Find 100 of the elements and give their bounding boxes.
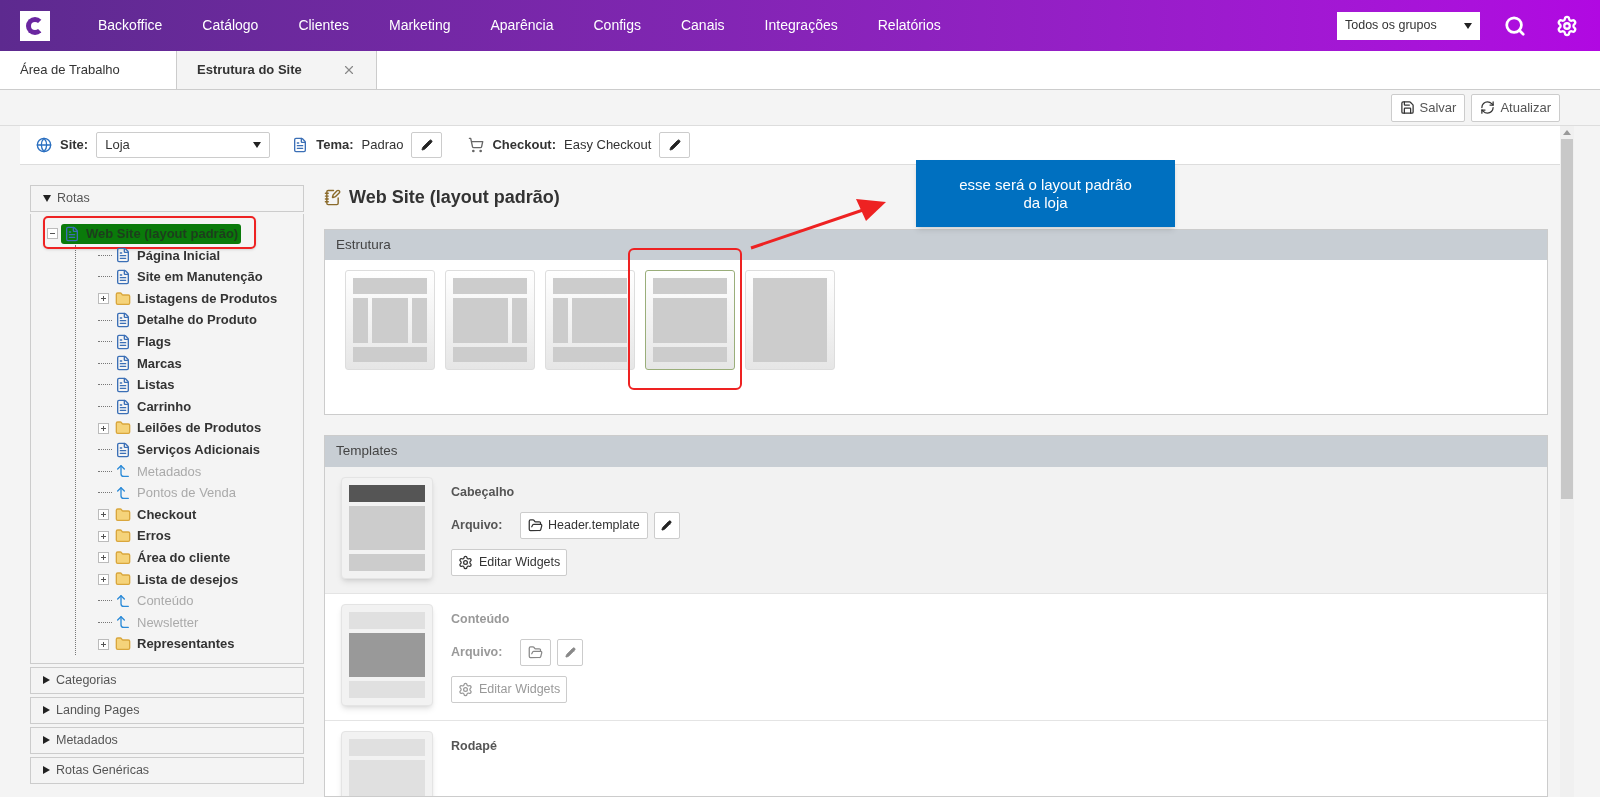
nav-link[interactable]: Clientes [278,15,369,36]
triangle-right-icon [43,706,50,715]
pencil-icon [668,139,681,151]
arrow-icon [115,592,131,609]
theme-label: Tema: [316,136,354,155]
nav-link[interactable]: Canais [660,15,745,36]
toolbar-button[interactable]: Atualizar [1471,93,1560,122]
refresh-icon [1480,100,1496,115]
nav-link[interactable]: Marketing [369,15,471,36]
tree-item[interactable]: Listagens de Produtos [112,288,281,309]
folder-icon [115,636,131,653]
expand-toggle[interactable] [98,552,109,564]
expand-toggle[interactable] [98,422,109,434]
page-icon [115,376,131,393]
save-icon [1399,100,1415,115]
tree-item[interactable]: Área do cliente [112,547,234,568]
tree-item[interactable]: Erros [112,526,174,546]
nav-link[interactable]: Configs [573,15,661,36]
nav-link[interactable]: Relatórios [857,15,961,36]
tree-item[interactable]: Marcas [112,353,185,374]
expand-toggle[interactable] [98,638,109,650]
folder-icon [115,549,131,566]
page-icon [115,398,131,415]
toolbar-button[interactable]: Salvar [1390,93,1466,122]
nav-link[interactable]: Aparência [470,15,574,36]
folder-icon [115,506,131,523]
folder-icon [115,528,131,545]
collapse-toggle[interactable] [47,228,58,240]
tree-item[interactable]: Lista de desejos [112,569,242,590]
accordion-header[interactable]: Rotas Genéricas [30,756,304,784]
nav-link[interactable]: Integrações [744,15,858,36]
tree-item[interactable]: Site em Manutenção [112,267,266,287]
page-icon [115,441,131,458]
edit-button[interactable] [659,132,691,158]
folder-icon [115,290,131,307]
tree-item[interactable]: Representantes [112,634,238,654]
folder-icon [115,420,131,437]
folder-icon [528,517,543,533]
triangle-right-icon [43,736,50,745]
template-title: Rodapé [451,738,497,755]
tab[interactable]: Área de Trabalho [0,51,176,89]
page-icon [115,355,131,372]
section-header: Estrutura [325,230,1547,260]
expand-toggle[interactable] [98,530,109,542]
nav-link[interactable]: Backoffice [78,15,183,36]
tree-item[interactable]: Listas [112,375,178,395]
tree-item[interactable]: Detalhe do Produto [112,310,260,330]
edit-button[interactable] [411,132,443,158]
template-title: Cabeçalho [451,484,516,501]
cart-icon [468,137,485,153]
expand-toggle[interactable] [98,509,109,520]
edit-widgets-button[interactable]: Editar Widgets [451,548,568,576]
tree-item[interactable]: Leilões de Produtos [112,418,265,438]
accordion-header[interactable]: Landing Pages [30,696,304,724]
tree-item[interactable]: Página Inicial [112,245,224,266]
gear-icon [458,554,473,570]
globe-icon [36,137,52,153]
folder-icon [115,571,131,588]
page-title: Web Site (layout padrão) [349,185,560,209]
file-label: Arquivo: [451,516,504,534]
arrow-icon [115,484,131,501]
template-title: Conteúdo [451,611,511,628]
expand-toggle[interactable] [98,293,109,305]
page-icon [115,333,131,350]
tab[interactable]: Estrutura do Site [176,51,377,89]
file-button[interactable]: Header.template [520,511,648,539]
template-row[interactable]: Cabeçalho Arquivo: Header.template Editar Widgets [325,467,1547,594]
arrow-icon [115,614,131,631]
group-select[interactable]: Todos os grupos [1337,11,1480,40]
tree-item[interactable]: Flags [112,332,174,352]
pencil-icon [661,519,673,531]
page-icon [115,312,131,329]
gear-icon [458,681,473,697]
site-select[interactable]: Loja [96,132,271,158]
arrow-icon [115,463,131,480]
folder-icon [528,644,543,660]
checkout-label: Checkout: [492,136,556,155]
settings-icon[interactable] [1556,14,1578,37]
tree-item[interactable]: Serviços Adicionais [112,440,264,460]
accordion-header[interactable]: Categorias [30,666,304,694]
search-icon[interactable] [1504,14,1526,37]
dropdown-caret-icon [253,142,262,148]
expand-toggle[interactable] [98,573,109,585]
site-label: Site: [60,136,89,155]
notepad-icon [324,188,341,206]
checkout-value: Easy Checkout [564,136,652,155]
edit-button[interactable] [653,511,680,539]
pencil-icon [564,646,576,658]
page-icon [115,269,131,285]
tree-item[interactable]: Carrinho [112,396,195,417]
accordion-header[interactable]: Rotas [30,185,304,212]
tree-item[interactable]: Checkout [112,504,200,525]
dropdown-caret-icon [1464,22,1472,29]
page-icon [115,247,131,264]
accordion-header[interactable]: Metadados [30,726,304,754]
triangle-right-icon [43,676,50,685]
section-header: Templates [325,436,1547,467]
scrollbar[interactable] [1560,126,1574,797]
nav-link[interactable]: Catálogo [182,15,279,36]
logo-icon[interactable] [20,10,50,41]
